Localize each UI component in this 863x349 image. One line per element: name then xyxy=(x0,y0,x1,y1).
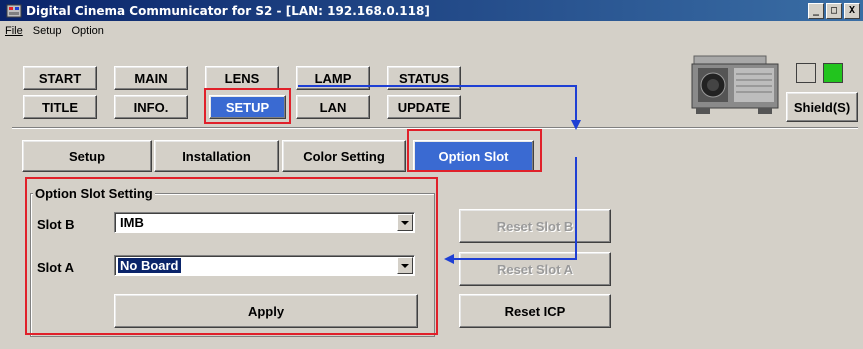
slot-a-select[interactable]: No Board xyxy=(114,255,415,276)
maximize-button[interactable]: □ xyxy=(826,3,842,19)
nav-lens-button[interactable]: LENS xyxy=(205,66,279,90)
option-slot-group-title: Option Slot Setting xyxy=(33,186,155,201)
nav-start-button[interactable]: START xyxy=(23,66,97,90)
window-title: Digital Cinema Communicator for S2 - [LA… xyxy=(26,3,430,18)
slot-a-label: Slot A xyxy=(37,260,75,275)
app-icon xyxy=(6,3,22,19)
chevron-down-icon[interactable] xyxy=(397,214,413,231)
slot-b-label: Slot B xyxy=(37,217,75,232)
separator xyxy=(12,127,858,129)
status-indicator-1 xyxy=(796,63,816,83)
menu-option[interactable]: Option xyxy=(66,25,108,37)
reset-slot-b-button[interactable]: Reset Slot B xyxy=(459,209,611,243)
shield-button[interactable]: Shield(S) xyxy=(786,92,858,122)
app-window: Digital Cinema Communicator for S2 - [LA… xyxy=(0,0,863,349)
menu-bar: File Setup Option xyxy=(0,21,863,40)
nav-status-button[interactable]: STATUS xyxy=(387,66,461,90)
chevron-down-icon[interactable] xyxy=(397,257,413,274)
menu-setup[interactable]: Setup xyxy=(28,25,67,37)
nav-main-button[interactable]: MAIN xyxy=(114,66,188,90)
slot-a-value: No Board xyxy=(118,258,181,273)
slot-b-value: IMB xyxy=(120,215,144,230)
close-button[interactable]: X xyxy=(844,3,860,19)
projector-image xyxy=(688,54,782,124)
slot-b-select[interactable]: IMB xyxy=(114,212,415,233)
tab-installation[interactable]: Installation xyxy=(154,140,279,172)
reset-slot-a-button[interactable]: Reset Slot A xyxy=(459,252,611,286)
status-indicator-2 xyxy=(823,63,843,83)
nav-update-button[interactable]: UPDATE xyxy=(387,95,461,119)
nav-title-button[interactable]: TITLE xyxy=(23,95,97,119)
minimize-button[interactable]: _ xyxy=(808,3,824,19)
nav-lamp-button[interactable]: LAMP xyxy=(296,66,370,90)
title-bar: Digital Cinema Communicator for S2 - [LA… xyxy=(0,0,863,21)
tab-option-slot[interactable]: Option Slot xyxy=(413,140,534,172)
nav-info-button[interactable]: INFO. xyxy=(114,95,188,119)
reset-icp-button[interactable]: Reset ICP xyxy=(459,294,611,328)
menu-file[interactable]: File xyxy=(0,25,28,37)
nav-setup-button[interactable]: SETUP xyxy=(209,95,286,119)
nav-lan-button[interactable]: LAN xyxy=(296,95,370,119)
apply-button[interactable]: Apply xyxy=(114,294,418,328)
tab-setup[interactable]: Setup xyxy=(22,140,152,172)
tab-color-setting[interactable]: Color Setting xyxy=(282,140,406,172)
